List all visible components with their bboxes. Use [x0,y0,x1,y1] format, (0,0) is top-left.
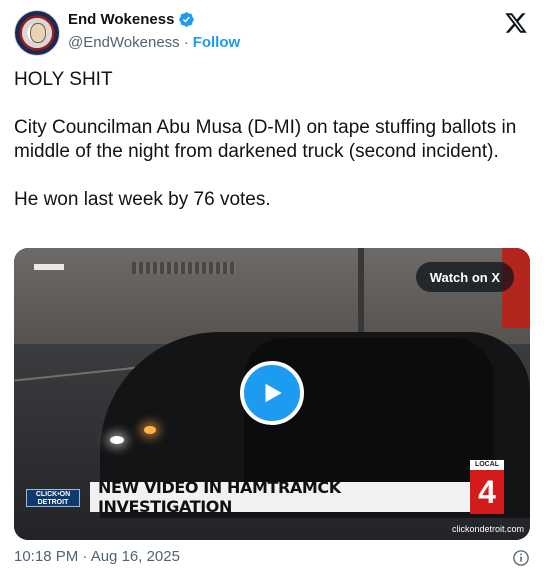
video-headlight [110,436,124,444]
station-url: clickondetroit.com [451,524,524,534]
tweet-header: End Wokeness @EndWokeness · Follow [14,8,530,58]
video-marker-light [144,426,156,434]
tweet-text: HOLY SHIT City Councilman Abu Musa (D-MI… [14,69,517,210]
station-logo: CLICK•ON DETROIT [26,489,80,507]
video-corner-tag [34,264,64,270]
author-handle[interactable]: @EndWokeness [68,34,180,51]
play-icon [265,383,282,403]
watch-on-x-button[interactable]: Watch on X [415,262,514,292]
handle-row: @EndWokeness · Follow [68,34,240,51]
station-logo-line2: DETROIT [37,499,69,506]
station-number: 4 [470,470,504,514]
video-grate [132,262,236,274]
avatar[interactable] [14,10,60,56]
video-player[interactable]: Watch on X CLICK•ON DETROIT NEW VIDEO IN… [14,248,530,540]
follow-button[interactable]: Follow [193,34,241,51]
separator-dot: · [183,34,189,51]
video-pole [358,248,364,344]
news-lower-third: CLICK•ON DETROIT NEW VIDEO IN HAMTRAMCK … [14,460,530,516]
news-headline: NEW VIDEO IN HAMTRAMCK INVESTIGATION [90,478,470,516]
x-logo-icon[interactable] [504,11,528,35]
station-logo-line1: CLICK•ON [35,491,71,498]
name-row: End Wokeness [68,11,240,28]
station-local-label: LOCAL [470,460,504,470]
play-button[interactable] [240,361,304,425]
author-display-name[interactable]: End Wokeness [68,11,174,28]
author-block: End Wokeness @EndWokeness · Follow [68,11,240,51]
avatar-face [30,23,46,43]
info-icon[interactable] [512,549,530,567]
tweet-timestamp[interactable]: 10:18 PM · Aug 16, 2025 [14,548,180,565]
verified-badge-icon [179,12,195,27]
